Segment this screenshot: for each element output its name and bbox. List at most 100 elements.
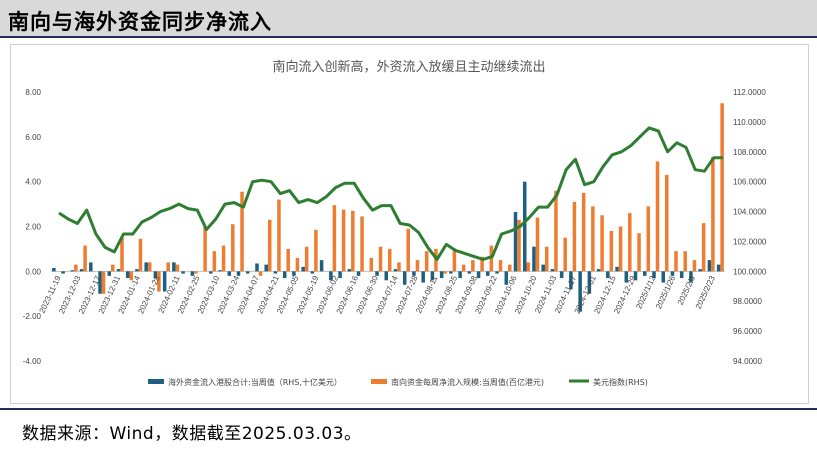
- report-header: 南向与海外资金同步净流入: [0, 0, 817, 38]
- southbound-bar: [258, 271, 263, 276]
- foreign-bar: [596, 269, 601, 272]
- y-right-tick-label: 104.0000: [733, 208, 767, 217]
- foreign-bar: [467, 271, 472, 274]
- southbound-bar: [443, 271, 447, 274]
- southbound-bar: [591, 206, 595, 272]
- southbound-bar: [231, 224, 235, 272]
- southbound-bar: [314, 229, 318, 272]
- foreign-bar: [421, 271, 425, 283]
- y-right-axis: 94.0000 96.0000 98.0000 100.0000 102.0000 104…: [733, 88, 767, 366]
- foreign-bar: [218, 270, 222, 272]
- foreign-bar: [679, 271, 684, 279]
- foreign-bar: [513, 211, 518, 272]
- southbound-bar: [221, 245, 226, 272]
- y-right-tick-label: 106.0000: [733, 178, 767, 187]
- southbound-bar: [498, 260, 503, 272]
- southbound-bar: [563, 237, 567, 272]
- foreign-bar: [347, 269, 352, 272]
- legend-swatch-foreign: [148, 379, 164, 384]
- foreign-bar: [476, 271, 481, 279]
- x-tick-label: 2025/2/9: [676, 274, 698, 307]
- southbound-bar: [203, 226, 207, 272]
- southbound-bar: [711, 157, 715, 272]
- southbound-bar: [74, 264, 78, 272]
- foreign-bar: [89, 262, 93, 272]
- southbound-bar: [609, 230, 614, 272]
- foreign-bar: [716, 264, 721, 272]
- southbound-bar: [526, 262, 531, 272]
- southbound-bar: [508, 264, 512, 272]
- chart-svg: 南向流入创新高，外资流入放缓且主动继续流出 -4.00 -2.00 0.00 2.00…: [23, 59, 767, 387]
- foreign-bar: [661, 271, 665, 283]
- southbound-bar: [646, 206, 651, 272]
- southbound-bar: [175, 264, 180, 272]
- southbound-bar: [351, 210, 355, 272]
- foreign-bar: [273, 271, 278, 274]
- foreign-bar: [144, 262, 148, 272]
- southbound-bar: [581, 192, 586, 272]
- southbound-bar: [554, 190, 558, 272]
- southbound-bar: [600, 215, 604, 272]
- y-left-tick-label: 2.00: [25, 223, 41, 232]
- southbound-bar: [397, 262, 401, 272]
- foreign-bar: [162, 271, 167, 292]
- southbound-bar: [655, 161, 660, 272]
- southbound-bar: [194, 271, 198, 274]
- foreign-bar: [439, 271, 444, 279]
- foreign-bar: [52, 267, 56, 272]
- foreign-bar: [559, 271, 564, 279]
- southbound-bar: [664, 174, 669, 272]
- foreign-bar: [522, 181, 527, 272]
- foreign-bar: [282, 271, 287, 279]
- southbound-bar: [637, 233, 641, 272]
- foreign-bar: [255, 263, 259, 272]
- southbound-bar: [535, 217, 540, 272]
- foreign-bar: [264, 264, 268, 272]
- southbound-bar: [424, 251, 429, 272]
- foreign-bar: [107, 271, 112, 276]
- foreign-bar: [116, 269, 121, 272]
- foreign-bar: [227, 271, 232, 276]
- legend-swatch-southbound: [371, 379, 387, 384]
- southbound-bar: [120, 237, 124, 272]
- southbound-bar: [572, 201, 577, 272]
- legend: 海外资金流入港股合计:当周值（RHS,十亿美元） 南向资金每周净流入规模:当周值…: [148, 377, 648, 387]
- foreign-bar: [301, 266, 305, 272]
- southbound-bar: [683, 251, 687, 272]
- southbound-bar: [618, 226, 623, 272]
- foreign-bar: [384, 271, 388, 281]
- southbound-bar: [452, 248, 457, 272]
- southbound-bar: [720, 103, 724, 272]
- southbound-bar: [332, 205, 337, 272]
- foreign-bar: [125, 271, 130, 279]
- southbound-bar: [378, 246, 383, 272]
- source-note: 数据来源：Wind，数据截至2025.03.03。: [22, 424, 362, 444]
- southbound-bar: [341, 209, 346, 272]
- y-right-tick-label: 96.0000: [733, 327, 762, 336]
- y-right-tick-label: 100.0000: [733, 267, 767, 276]
- southbound-bar: [166, 262, 170, 272]
- southbound-bar: [461, 264, 466, 272]
- southbound-bar: [101, 271, 106, 294]
- southbound-bar: [544, 246, 549, 272]
- foreign-bar: [181, 271, 185, 274]
- southbound-bar: [701, 223, 706, 272]
- foreign-bar: [670, 271, 675, 276]
- y-left-tick-label: 4.00: [25, 178, 41, 187]
- southbound-bar: [674, 251, 678, 272]
- foreign-bar: [79, 269, 84, 272]
- southbound-bar: [295, 257, 300, 272]
- foreign-bar: [356, 271, 361, 276]
- southbound-bar: [388, 248, 392, 272]
- foreign-bar: [532, 246, 536, 272]
- y-right-tick-label: 98.0000: [733, 297, 762, 306]
- foreign-bar: [643, 271, 647, 276]
- foreign-bar: [172, 262, 176, 272]
- southbound-bar: [286, 248, 290, 272]
- southbound-bar: [415, 260, 420, 272]
- x-axis: 2023-11-192023-12-032023-12-172023-12-31…: [38, 274, 718, 315]
- southbound-bar: [628, 213, 632, 272]
- foreign-bar: [70, 270, 75, 272]
- southbound-bar: [138, 238, 143, 272]
- foreign-bar: [393, 269, 398, 272]
